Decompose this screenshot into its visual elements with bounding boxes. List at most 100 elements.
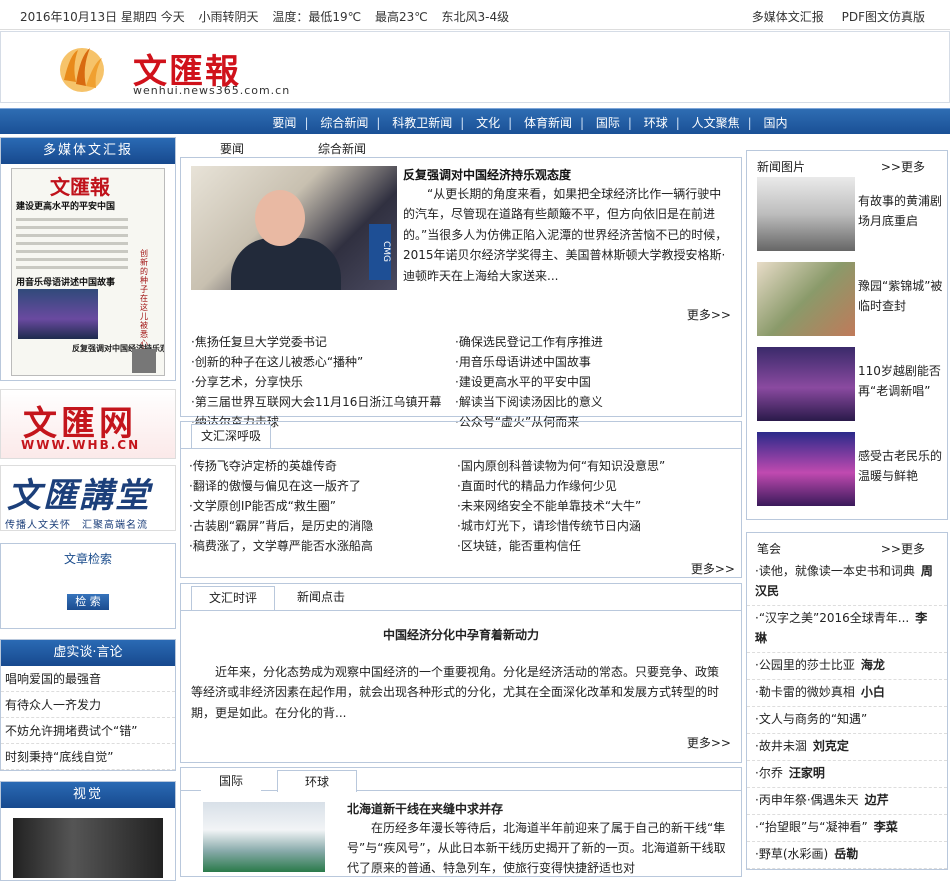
more-link[interactable]: 更多>> <box>687 306 731 323</box>
jiangtang-banner[interactable]: 文匯講堂 传播人文关怀 汇聚高端名流 <box>0 465 176 531</box>
nav-renwen[interactable]: 人文聚焦 <box>692 116 740 130</box>
tab-guoji[interactable]: 国际 <box>201 770 261 794</box>
essay-item-title: ·故井未涸 <box>755 739 807 753</box>
nav-zonghe[interactable]: 综合新闻 <box>320 116 368 130</box>
news-item[interactable]: ·第三届世界互联网大会11月16日浙江乌镇开幕 <box>191 392 461 412</box>
xushitan-item[interactable]: 有待众人一齐发力 <box>1 692 175 718</box>
video-title: 视觉 <box>1 782 175 808</box>
jiangtang-slogan: 传播人文关怀 汇聚高端名流 <box>5 520 148 531</box>
deep-item[interactable]: ·文学原创IP能否成“救生圈” <box>189 496 459 516</box>
nav-separator: | <box>627 116 632 130</box>
deep-item[interactable]: ·古装剧“霸屏”背后，是历史的消隐 <box>189 516 459 536</box>
news-item[interactable]: ·解读当下阅读汤因比的意义 <box>455 392 725 412</box>
nav-wenhua[interactable]: 文化 <box>476 116 500 130</box>
tab-wenhui-shenhuxi[interactable]: 文汇深呼吸 <box>191 424 271 448</box>
nav-tiyu[interactable]: 体育新闻 <box>524 116 572 130</box>
nav-huanqiu[interactable]: 环球 <box>644 116 668 130</box>
essay-item-title: ·野草(水彩画) <box>755 847 829 861</box>
news-pictures-head: 新闻图片 >>更多 <box>747 151 947 177</box>
news-item[interactable]: ·确保选民登记工作有序推进 <box>455 332 725 352</box>
essay-item[interactable]: ·勒卡雷的微妙真相 小白 <box>747 680 947 707</box>
xushitan-item[interactable]: 不妨允许拥堵费试个“错” <box>1 718 175 744</box>
date-text: 2016年10月13日 星期四 今天 <box>20 10 185 24</box>
deep-item[interactable]: ·国内原创科普读物为何“有知识没意思” <box>457 456 727 476</box>
news-item[interactable]: ·创新的种子在这儿被悉心“播种” <box>191 352 461 372</box>
nav-yaowen[interactable]: 要闻 <box>272 116 296 130</box>
news-item[interactable]: ·建设更高水平的平安中国 <box>455 372 725 392</box>
pdf-link[interactable]: PDF图文仿真版 <box>842 10 925 24</box>
essay-item[interactable]: ·“汉字之美”2016全球青年... 李琳 <box>747 606 947 653</box>
wenhui-emblem-icon[interactable] <box>56 42 108 96</box>
picture-item[interactable]: 有故事的黄浦剧场月底重启 <box>747 177 947 262</box>
whb-banner[interactable]: 文匯网 WWW.WHB.CN <box>0 389 176 459</box>
essay-item-author: 岳勒 <box>834 847 859 861</box>
more-link[interactable]: 更多>> <box>691 560 735 577</box>
essay-item[interactable]: ·公园里的莎士比亚 海龙 <box>747 653 947 680</box>
essay-item[interactable]: ·读他，就像读一本史书和词典 周汉民 <box>747 559 947 606</box>
video-box: 视觉 <box>0 781 176 881</box>
temp-high: 最高23℃ <box>374 10 428 24</box>
search-title: 文章检索 <box>63 552 112 566</box>
multimedia-link[interactable]: 多媒体文汇报 <box>752 10 824 24</box>
essay-item[interactable]: ·尔乔 汪家明 <box>747 761 947 788</box>
picture-thumbnail[interactable] <box>757 177 855 251</box>
tab-xinwen-dianji[interactable]: 新闻点击 <box>281 586 361 610</box>
picture-item[interactable]: 110岁越剧能否再“老调新唱” <box>747 347 947 432</box>
deep-item[interactable]: ·翻译的傲慢与偏见在这一版齐了 <box>189 476 459 496</box>
picture-item[interactable]: 感受古老民乐的温暖与鲜艳 <box>747 432 947 517</box>
nav-guonei[interactable]: 国内 <box>764 116 788 130</box>
nav-kejiaowei[interactable]: 科教卫新闻 <box>392 116 452 130</box>
picture-item[interactable]: 豫园“紫锦城”被临时查封 <box>747 262 947 347</box>
deep-item[interactable]: ·未来网络安全不能单靠技术“大牛” <box>457 496 727 516</box>
xushitan-box: 虚实谈·言论 唱响爱国的最强音 有待众人一齐发力 不妨允许拥堵费试个“错” 时刻… <box>0 639 176 771</box>
xushitan-item[interactable]: 唱响爱国的最强音 <box>1 666 175 692</box>
tab-wenhui-shiping[interactable]: 文汇时评 <box>191 586 275 610</box>
picture-caption[interactable]: 豫园“紫锦城”被临时查封 <box>858 276 944 316</box>
nav-separator: | <box>376 116 381 130</box>
photo-figure-face <box>255 190 305 246</box>
picture-caption[interactable]: 有故事的黄浦剧场月底重启 <box>858 191 944 231</box>
essay-more[interactable]: >>更多 <box>881 540 925 557</box>
essay-item[interactable]: ·故井未涸 刘克定 <box>747 734 947 761</box>
essay-item-title: ·“抬望眼”与“凝神看” <box>755 820 868 834</box>
deep-item[interactable]: ·区块链，能否重构信任 <box>457 536 727 556</box>
tab-yaowen[interactable]: 要闻 <box>220 140 244 157</box>
multimedia-title: 多媒体文汇报 <box>1 138 175 164</box>
picture-thumbnail[interactable] <box>757 347 855 421</box>
picture-thumbnail[interactable] <box>757 432 855 506</box>
news-pictures-more[interactable]: >>更多 <box>881 158 925 175</box>
tab-zonghe[interactable]: 综合新闻 <box>318 140 366 157</box>
multimedia-box: 多媒体文汇报 文匯報 建设更高水平的平安中国 用音乐母语讲述中国故事 创新的种子… <box>0 137 176 381</box>
world-photo[interactable] <box>203 802 325 872</box>
commentary-title[interactable]: 中国经济分化中孕育着新动力 <box>181 626 741 643</box>
xushitan-item[interactable]: 时刻秉持“底线自觉” <box>1 744 175 770</box>
deep-item[interactable]: ·城市灯光下，请珍惜传统节日内涵 <box>457 516 727 536</box>
nav-guoji[interactable]: 国际 <box>596 116 620 130</box>
newspaper-thumbnail[interactable]: 文匯報 建设更高水平的平安中国 用音乐母语讲述中国故事 创新的种子在这儿被悉心播… <box>11 168 165 376</box>
essay-item[interactable]: ·野草(水彩画) 岳勒 <box>747 842 947 869</box>
article-search-box: 文章检索 检 索 <box>0 543 176 629</box>
deep-item[interactable]: ·直面时代的精品力作缘何少见 <box>457 476 727 496</box>
tab-huanqiu[interactable]: 环球 <box>277 770 357 792</box>
video-thumbnail[interactable] <box>13 818 163 878</box>
news-item[interactable]: ·用音乐母语讲述中国故事 <box>455 352 725 372</box>
news-item[interactable]: ·焦扬任复旦大学党委书记 <box>191 332 461 352</box>
picture-thumbnail[interactable] <box>757 262 855 336</box>
picture-caption[interactable]: 110岁越剧能否再“老调新唱” <box>858 361 944 401</box>
essay-item[interactable]: ·丙申年祭·偶遇朱天 边芹 <box>747 788 947 815</box>
essay-item[interactable]: ·文人与商务的“知遇” <box>747 707 947 734</box>
search-button[interactable]: 检 索 <box>67 594 109 610</box>
lead-photo[interactable]: CMG <box>191 166 397 290</box>
commentary-panel: 文汇时评 新闻点击 中国经济分化中孕育着新动力 近年来，分化态势成为观察中国经济… <box>180 583 742 763</box>
deep-item[interactable]: ·传扬飞夺泸定桥的英雄传奇 <box>189 456 459 476</box>
more-link[interactable]: 更多>> <box>687 734 731 751</box>
picture-caption[interactable]: 感受古老民乐的温暖与鲜艳 <box>858 446 944 486</box>
essay-item[interactable]: ·“抬望眼”与“凝神看” 李菜 <box>747 815 947 842</box>
world-title[interactable]: 北海道新干线在夹缝中求并存 <box>347 800 503 817</box>
news-item[interactable]: ·分享艺术，分享快乐 <box>191 372 461 392</box>
essay-item-author: 汪家明 <box>788 766 825 780</box>
deep-item[interactable]: ·稿费涨了，文学尊严能否水涨船高 <box>189 536 459 556</box>
lead-title[interactable]: 反复强调对中国经济持乐观态度 <box>403 166 571 183</box>
site-url: wenhui.news365.com.cn <box>133 84 291 97</box>
nav-separator: | <box>304 116 309 130</box>
